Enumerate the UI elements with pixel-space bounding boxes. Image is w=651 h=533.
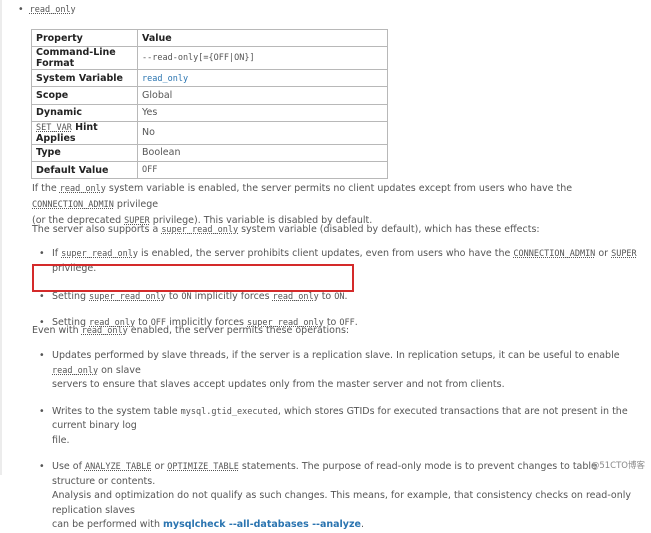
set-var-code: SET_VAR <box>36 122 72 133</box>
text: file. <box>52 434 70 446</box>
code: ANALYZE TABLE <box>84 462 152 472</box>
text: to <box>165 291 182 302</box>
text: Even with <box>32 325 82 336</box>
text: can be performed with <box>52 519 163 530</box>
row-value: Yes <box>137 103 388 122</box>
text: servers to ensure that slaves accept upd… <box>52 379 505 390</box>
table-row: System Variable read_only <box>31 69 388 88</box>
text: or <box>595 248 612 259</box>
text: Setting <box>52 291 90 302</box>
table-row: Type Boolean <box>31 143 388 162</box>
permitted-operations-intro: Even with read_only enabled, the server … <box>32 323 642 339</box>
text: The server also supports a <box>32 224 162 235</box>
table-row: Scope Global <box>31 86 388 105</box>
table-row: SET_VAR Hint Applies No <box>31 120 388 145</box>
row-key: Dynamic <box>31 103 138 122</box>
text: or <box>151 461 168 472</box>
row-key: Scope <box>31 86 138 105</box>
text: on slave <box>98 364 141 376</box>
list-item: Updates performed by slave threads, if t… <box>37 349 642 393</box>
list-item: Setting super_read_only to ON implicitly… <box>37 290 642 305</box>
row-value: read_only <box>137 69 388 88</box>
text: . <box>344 291 348 302</box>
super-read-only-code: super_read_only <box>161 225 239 235</box>
text: . <box>360 519 364 530</box>
table-row: Dynamic Yes <box>31 103 388 122</box>
mysqlcheck-link[interactable]: mysqlcheck --all-databases --analyze <box>163 519 361 530</box>
operations-list: Updates performed by slave threads, if t… <box>37 349 642 533</box>
row-value: OFF <box>137 160 388 180</box>
row-value: No <box>137 120 388 145</box>
header-value: Value <box>137 28 388 48</box>
read-only-code: read_only <box>81 326 128 336</box>
table-header-row: Property Value <box>31 28 388 48</box>
text: system variable (disabled by default), w… <box>238 224 540 235</box>
row-key: Type <box>31 143 138 162</box>
properties-table: Property Value Command-Line Format --rea… <box>31 28 388 180</box>
text: implicitly forces <box>191 291 273 302</box>
row-value: --read-only[={OFF|ON}] <box>137 46 388 71</box>
code: mysql.gtid_executed <box>180 406 278 417</box>
code: ON <box>334 292 345 302</box>
super-read-only-intro: The server also supports a super_read_on… <box>32 222 642 238</box>
left-edge-border <box>0 0 2 475</box>
code: read_only <box>272 292 319 302</box>
code: read_only <box>52 365 99 376</box>
code: SUPER <box>611 249 637 259</box>
text: Analysis and optimization do not qualify… <box>52 490 632 516</box>
row-value: Global <box>137 86 388 105</box>
text: system variable is enabled, the server p… <box>105 183 573 194</box>
row-value: Boolean <box>137 143 388 162</box>
row-key: Default Value <box>31 160 138 180</box>
text: If the <box>32 183 60 194</box>
header-property: Property <box>31 28 138 48</box>
system-variable-link[interactable]: read_only <box>142 74 188 84</box>
code: super_read_only <box>89 292 166 302</box>
row-key: Command-Line Format <box>31 46 138 71</box>
list-item: Writes to the system table mysql.gtid_ex… <box>37 405 642 449</box>
read-only-code: read_only <box>59 184 106 194</box>
variable-list-item: • read_only <box>18 3 76 17</box>
code: ON <box>181 292 192 302</box>
text: Updates performed by slave threads, if t… <box>52 350 620 361</box>
read-only-variable-name: read_only <box>29 5 76 15</box>
text: Use of <box>52 461 85 472</box>
text: Writes to the system table <box>52 405 181 417</box>
code: OPTIMIZE TABLE <box>167 462 239 472</box>
text: If <box>52 248 62 259</box>
table-row: Command-Line Format --read-only[={OFF|ON… <box>31 46 388 71</box>
text: to <box>318 291 335 302</box>
highlight-box <box>32 264 354 292</box>
bullet-marker: • <box>18 4 24 15</box>
text: privilege <box>113 199 159 210</box>
table-row: Default Value OFF <box>31 160 388 180</box>
watermark: @51CTO博客 <box>590 461 645 471</box>
list-item: Use of ANALYZE TABLE or OPTIMIZE TABLE s… <box>37 460 642 533</box>
text: enabled, the server permits these operat… <box>127 325 350 336</box>
connection-admin-code: CONNECTION_ADMIN <box>32 200 114 210</box>
code: super_read_only <box>61 249 138 259</box>
text: is enabled, the server prohibits client … <box>137 248 514 259</box>
row-key: SET_VAR Hint Applies <box>31 120 138 145</box>
code: CONNECTION_ADMIN <box>513 249 596 259</box>
row-key: System Variable <box>31 69 138 88</box>
